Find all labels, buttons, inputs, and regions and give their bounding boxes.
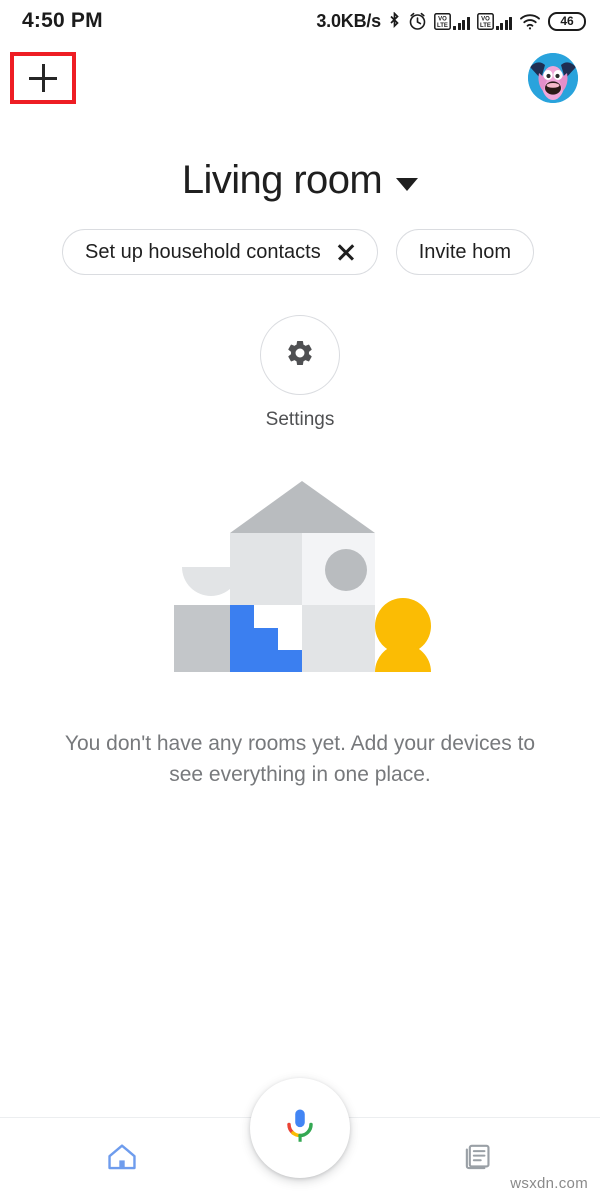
account-avatar[interactable] (528, 53, 578, 103)
signal-sim1-icon (453, 15, 470, 30)
svg-text:LTE: LTE (480, 23, 491, 29)
svg-text:LTE: LTE (437, 23, 448, 29)
alarm-icon (408, 12, 427, 31)
top-action-bar (0, 42, 600, 122)
chip-label: Invite hom (418, 240, 511, 263)
feed-icon (461, 1141, 493, 1178)
volte-sim2-icon: VO LTE (476, 12, 494, 30)
settings-label: Settings (265, 409, 335, 430)
chip-household-contacts[interactable]: Set up household contacts (62, 229, 378, 275)
bottom-nav-home[interactable] (77, 1136, 167, 1182)
settings-shortcut[interactable]: Settings (0, 315, 600, 431)
status-time: 4:50 PM (22, 9, 103, 32)
bluetooth-icon (388, 11, 401, 31)
bottom-nav-feed[interactable] (432, 1136, 522, 1182)
home-selector[interactable]: Living room (0, 158, 600, 203)
close-icon[interactable] (337, 243, 355, 261)
home-icon (105, 1140, 139, 1179)
house-rooms-illustration (170, 478, 435, 690)
status-bar: 4:50 PM 3.0KB/s VO LTE VO LTE 46 (0, 0, 600, 42)
app-root: 4:50 PM 3.0KB/s VO LTE VO LTE 46 Living … (0, 0, 600, 1200)
chevron-down-icon (396, 177, 419, 191)
battery-level: 46 (560, 14, 574, 28)
svg-text:VO: VO (481, 16, 490, 22)
empty-state-message: You don't have any rooms yet. Add your d… (64, 732, 536, 786)
chip-invite-home-members[interactable]: Invite hom (395, 229, 534, 275)
suggestion-chip-row[interactable]: Set up household contacts Invite hom (62, 228, 600, 276)
illustration-svg (174, 481, 431, 672)
settings-button[interactable] (260, 315, 340, 395)
google-assistant-mic-icon (278, 1104, 322, 1153)
sim2-indicator: VO LTE (476, 12, 512, 30)
network-speed-text: 3.0KB/s (316, 10, 381, 31)
gear-icon (285, 338, 315, 373)
watermark: wsxdn.com (510, 1175, 588, 1192)
page-title: Living room (181, 158, 383, 202)
sim1-indicator: VO LTE (434, 12, 470, 30)
chip-label: Set up household contacts (85, 240, 321, 263)
plus-icon (29, 64, 57, 92)
status-icons: 3.0KB/s VO LTE VO LTE 46 (316, 11, 586, 32)
add-device-button[interactable] (10, 52, 76, 104)
signal-sim2-icon (495, 15, 512, 30)
svg-text:VO: VO (438, 16, 447, 22)
volte-sim1-icon: VO LTE (434, 12, 451, 30)
google-assistant-button[interactable] (250, 1078, 350, 1178)
battery-icon: 46 (548, 11, 586, 31)
wifi-icon (519, 13, 541, 30)
